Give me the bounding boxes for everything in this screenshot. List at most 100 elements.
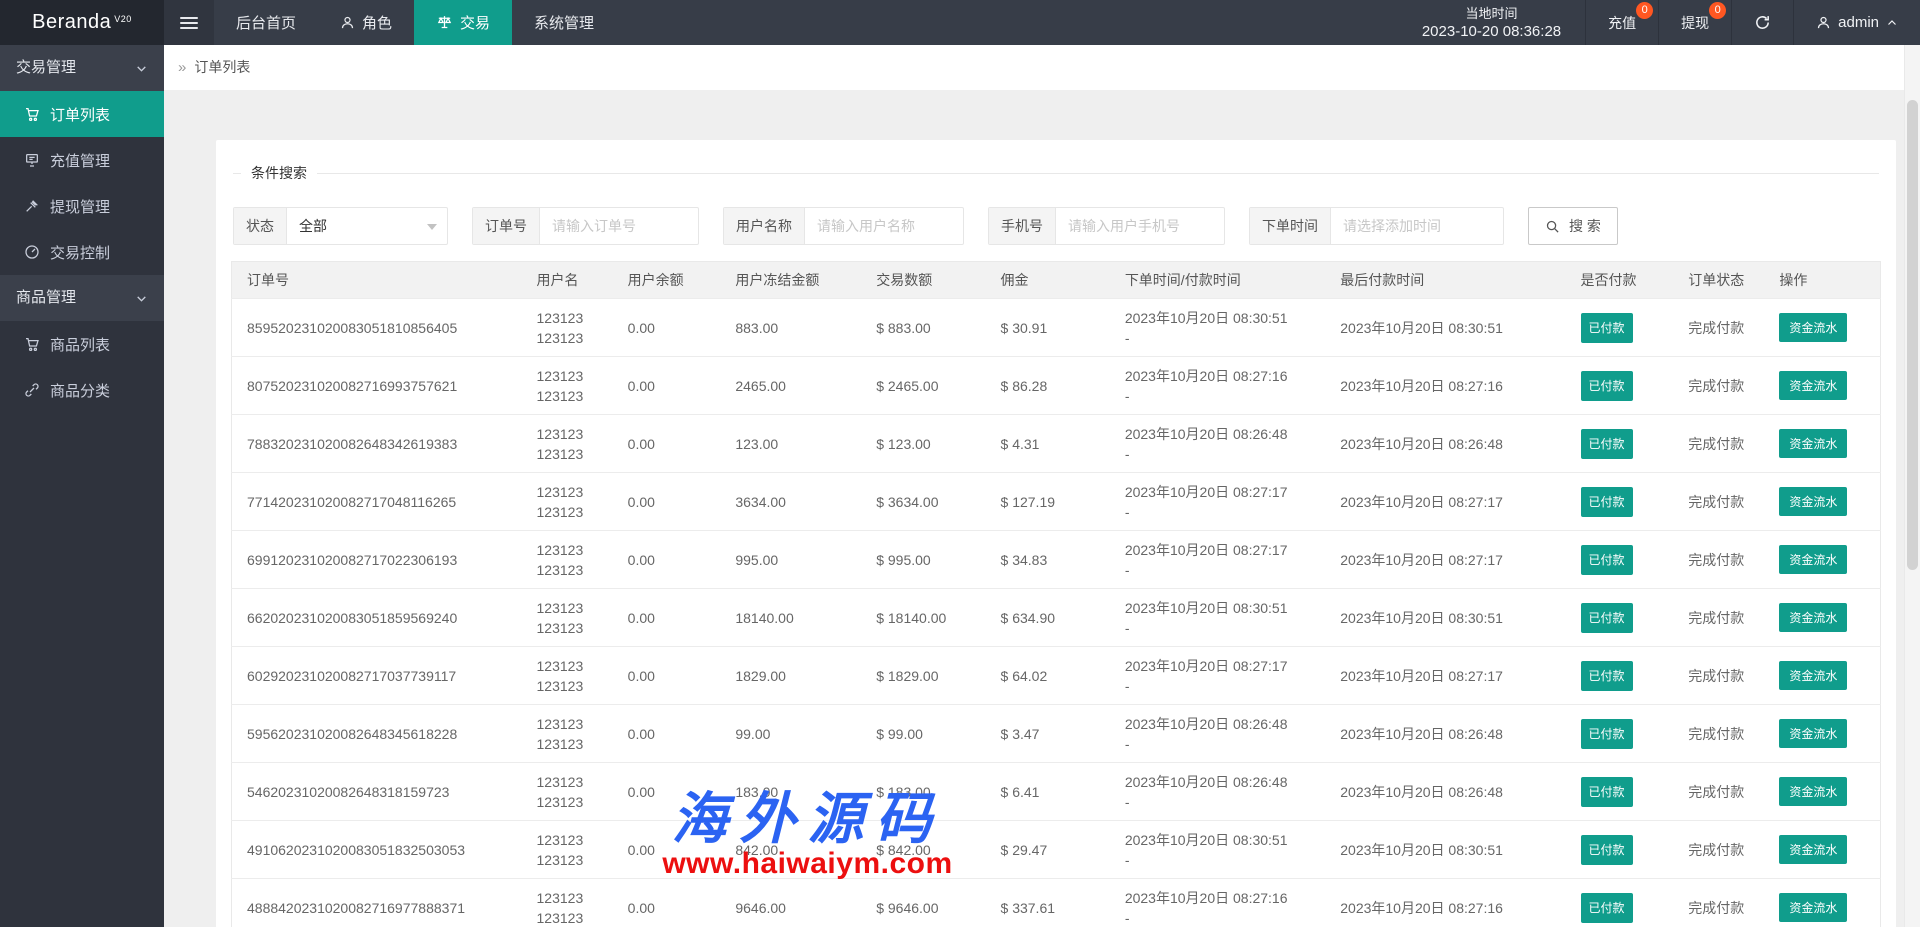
paid-badge: 已付款	[1581, 313, 1633, 343]
order-time-cell: 2023年10月20日 08:30:51 -	[1110, 589, 1325, 647]
last-pay-time-cell: 2023年10月20日 08:27:17	[1325, 473, 1565, 531]
last-pay-time-cell: 2023年10月20日 08:26:48	[1325, 415, 1565, 473]
order-no-cell: 4888420231020082716977888371	[232, 879, 522, 927]
sidebar-item-recharge-management[interactable]: 充值管理	[0, 137, 164, 183]
trade-amount-cell: $ 883.00	[861, 299, 985, 357]
order-status-cell: 完成付款	[1673, 821, 1764, 879]
person-icon	[1816, 15, 1831, 30]
actions-cell: 资金流水	[1764, 705, 1880, 763]
sidebar-item-product-list[interactable]: 商品列表	[0, 321, 164, 367]
paid-cell: 已付款	[1566, 879, 1674, 927]
commission-cell: $ 30.91	[986, 299, 1110, 357]
trade-amount-cell: $ 18140.00	[861, 589, 985, 647]
username-input[interactable]	[817, 218, 951, 234]
fund-flow-button[interactable]: 资金流水	[1779, 893, 1847, 922]
nav-item-system[interactable]: 系统管理	[512, 0, 616, 45]
last-pay-time-cell: 2023年10月20日 08:27:16	[1325, 879, 1565, 927]
fund-flow-button[interactable]: 资金流水	[1779, 545, 1847, 574]
menu-toggle-button[interactable]	[164, 0, 214, 45]
order-status-cell: 完成付款	[1673, 415, 1764, 473]
username-line2: 123123	[537, 502, 598, 522]
order-no-cell: 602920231020082717037739117	[232, 647, 522, 705]
sidebar-item-label: 订单列表	[50, 104, 110, 125]
username-cell: 123123 123123	[522, 357, 613, 415]
paid-cell: 已付款	[1566, 473, 1674, 531]
page-title: 订单列表	[194, 59, 250, 75]
status-select[interactable]: 全部	[287, 208, 447, 244]
paid-badge: 已付款	[1581, 429, 1633, 459]
col-order-no: 订单号	[232, 262, 522, 299]
order-status-cell: 完成付款	[1673, 763, 1764, 821]
order-status-cell: 完成付款	[1673, 531, 1764, 589]
sidebar-item-product-category[interactable]: 商品分类	[0, 367, 164, 413]
paid-badge: 已付款	[1581, 893, 1633, 923]
fund-flow-button[interactable]: 资金流水	[1779, 661, 1847, 690]
order-no-cell: 771420231020082717048116265	[232, 473, 522, 531]
frozen-amount-cell: 123.00	[720, 415, 861, 473]
gauge-icon	[24, 244, 40, 260]
balance-cell: 0.00	[613, 531, 721, 589]
order-time-cell: 2023年10月20日 08:26:48 -	[1110, 705, 1325, 763]
fund-flow-button[interactable]: 资金流水	[1779, 371, 1847, 400]
username-line1: 123123	[537, 830, 598, 850]
nav-item-trade[interactable]: 交易	[414, 0, 512, 45]
refresh-button[interactable]	[1731, 0, 1793, 45]
withdraw-button[interactable]: 提现 0	[1658, 0, 1731, 45]
order-time-cell: 2023年10月20日 08:27:17 -	[1110, 647, 1325, 705]
paid-badge: 已付款	[1581, 487, 1633, 517]
phone-input[interactable]	[1068, 218, 1212, 234]
frozen-amount-cell: 883.00	[720, 299, 861, 357]
fund-flow-button[interactable]: 资金流水	[1779, 719, 1847, 748]
username-line1: 123123	[537, 714, 598, 734]
pay-time-line: -	[1125, 850, 1310, 870]
vertical-scrollbar[interactable]	[1904, 45, 1920, 927]
col-paid: 是否付款	[1566, 262, 1674, 299]
actions-cell: 资金流水	[1764, 415, 1880, 473]
orders-table: 订单号 用户名 用户余额 用户冻结金额 交易数额 佣金 下单时间/付款时间 最后…	[231, 261, 1881, 927]
user-menu[interactable]: admin	[1793, 0, 1920, 45]
search-fieldset: 条件搜索	[233, 163, 1879, 183]
order-time-cell: 2023年10月20日 08:27:16 -	[1110, 357, 1325, 415]
balance-cell: 0.00	[613, 589, 721, 647]
fund-flow-button[interactable]: 资金流水	[1779, 313, 1847, 342]
search-button[interactable]: 搜 索	[1528, 207, 1618, 245]
nav-label: 角色	[362, 12, 392, 33]
frozen-amount-cell: 3634.00	[720, 473, 861, 531]
sidebar-group-trade-management[interactable]: 交易管理	[0, 45, 164, 91]
paid-cell: 已付款	[1566, 531, 1674, 589]
withdraw-label: 提现	[1681, 13, 1709, 33]
actions-cell: 资金流水	[1764, 763, 1880, 821]
recharge-button[interactable]: 充值 0	[1585, 0, 1658, 45]
fund-flow-button[interactable]: 资金流水	[1779, 835, 1847, 864]
sidebar-item-order-list[interactable]: 订单列表	[0, 91, 164, 137]
order-no-cell: 54620231020082648318159723	[232, 763, 522, 821]
order-time-input[interactable]	[1343, 218, 1491, 234]
fund-flow-button[interactable]: 资金流水	[1779, 429, 1847, 458]
sidebar-group-product-management[interactable]: 商品管理	[0, 275, 164, 321]
fund-flow-button[interactable]: 资金流水	[1779, 603, 1847, 632]
username-line1: 123123	[537, 308, 598, 328]
paid-cell: 已付款	[1566, 357, 1674, 415]
commission-cell: $ 6.41	[986, 763, 1110, 821]
nav-label: 交易	[460, 12, 490, 33]
sidebar-item-trade-control[interactable]: 交易控制	[0, 229, 164, 275]
balance-cell: 0.00	[613, 821, 721, 879]
nav-item-roles[interactable]: 角色	[318, 0, 414, 45]
order-no-input[interactable]	[552, 218, 686, 234]
order-no-cell: 4910620231020083051832503053	[232, 821, 522, 879]
topbar-right: 当地时间 2023-10-20 08:36:28 充值 0 提现 0 admin	[1398, 0, 1920, 45]
recharge-badge: 0	[1636, 2, 1653, 19]
scrollbar-thumb[interactable]	[1907, 100, 1918, 570]
order-no-cell: 662020231020083051859569240	[232, 589, 522, 647]
sidebar-item-withdraw-management[interactable]: 提现管理	[0, 183, 164, 229]
paid-badge: 已付款	[1581, 661, 1633, 691]
order-no-cell: 788320231020082648342619383	[232, 415, 522, 473]
fund-flow-button[interactable]: 资金流水	[1779, 487, 1847, 516]
search-button-label: 搜 索	[1569, 216, 1601, 236]
nav-item-dashboard[interactable]: 后台首页	[214, 0, 318, 45]
order-time-line: 2023年10月20日 08:27:17	[1125, 482, 1310, 502]
username-cell: 123123 123123	[522, 647, 613, 705]
fund-flow-button[interactable]: 资金流水	[1779, 777, 1847, 806]
status-label: 状态	[234, 208, 287, 244]
order-no-label: 订单号	[473, 208, 540, 244]
